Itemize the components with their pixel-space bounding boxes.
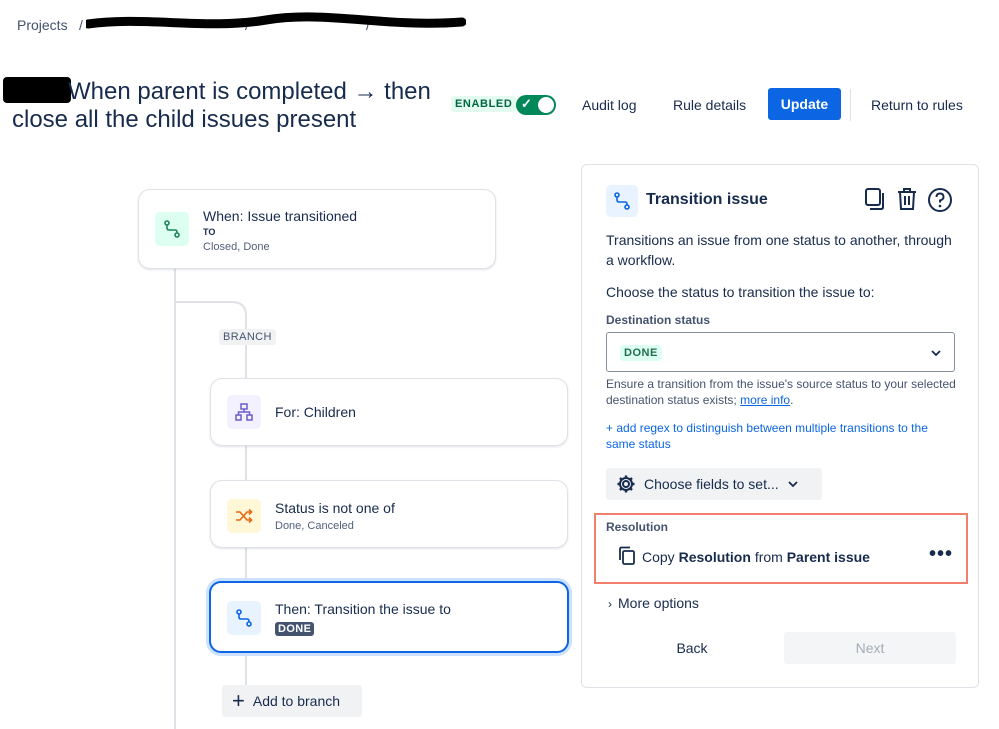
audit-log-button[interactable]: Audit log [582,97,636,113]
resolution-label: Resolution [606,520,668,534]
trigger-to-label: TO [203,227,216,237]
shuffle-icon [227,499,261,533]
transition-icon [606,185,638,217]
more-info-link[interactable]: more info [740,393,790,407]
help-icon[interactable] [927,187,953,213]
rule-details-button[interactable]: Rule details [673,97,746,113]
copy-field: Resolution [678,549,751,565]
plus-icon: + [232,688,245,713]
header-divider [850,89,851,121]
chevron-down-icon [931,350,941,357]
back-button[interactable]: Back [652,632,732,664]
panel-title: Transition issue [646,191,768,208]
transition-issue-panel: Transition issue Transitions an issue fr… [581,164,979,688]
choose-fields-label: Choose fields to set... [644,476,779,492]
breadcrumb-separator: / [79,17,83,33]
add-regex-link[interactable]: + add regex to distinguish between multi… [606,420,960,452]
update-button[interactable]: Update [768,88,841,120]
action-status-lozenge: DONE [275,622,315,636]
copy-source: Parent issue [786,549,870,565]
add-to-branch-button[interactable]: + Add to branch [222,685,362,717]
next-button[interactable]: Next [784,632,956,664]
trash-icon[interactable] [896,187,918,211]
destination-status-select[interactable]: DONE [606,332,955,372]
trigger-card[interactable]: When: Issue transitioned TO Closed, Done [138,189,496,269]
rule-title: When parent is completed → then close al… [12,78,431,133]
condition-card[interactable]: Status is not one of Done, Canceled [210,480,568,548]
breadcrumb-projects[interactable]: Projects [17,17,68,33]
enabled-toggle[interactable]: ✓ [516,95,556,115]
trigger-title: When: Issue transitioned [203,208,358,224]
more-options-toggle[interactable]: › More options [608,593,699,614]
copy-icon [619,546,635,565]
duplicate-icon[interactable] [863,187,887,211]
for-children-title: For: Children [275,404,356,420]
transition-icon [155,212,189,246]
condition-title: Status is not one of [275,500,395,516]
enabled-label: ENABLED [451,96,517,112]
toggle-knob [538,97,554,113]
breadcrumb: Projects [17,17,68,33]
chevron-right-icon: › [608,597,612,611]
add-to-branch-label: Add to branch [252,693,341,709]
panel-description: Transitions an issue from one status to … [606,232,952,268]
more-options-label: More options [618,595,699,611]
more-actions-icon[interactable]: ••• [929,543,953,566]
branch-tag: BRANCH [219,329,276,345]
choose-status-text: Choose the status to transition the issu… [606,284,875,300]
chevron-down-icon [788,481,798,488]
destination-status-label: Destination status [606,313,711,327]
choose-fields-button[interactable]: Choose fields to set... [606,468,822,500]
hierarchy-icon [227,395,261,429]
copy-from: from [754,549,783,565]
resolution-field-box: Resolution Copy Resolution from Parent i… [594,513,968,584]
action-title: Then: Transition the issue to [275,601,451,617]
redaction-scribble [86,12,466,29]
for-children-card[interactable]: For: Children [210,378,568,446]
helper-period: . [790,393,794,407]
destination-status-value: DONE [620,345,662,361]
copy-prefix: Copy [642,549,675,565]
transition-icon [227,601,261,635]
return-to-rules-button[interactable]: Return to rules [871,97,963,113]
copy-resolution-text: Copy Resolution from Parent issue [642,547,870,567]
gear-icon [617,475,635,493]
action-card[interactable]: Then: Transition the issue to DONE [209,581,569,653]
check-icon: ✓ [521,96,532,111]
trigger-statuses: Closed, Done [203,241,270,253]
destination-helper-text: Ensure a transition from the issue's sou… [606,376,956,408]
condition-subtitle: Done, Canceled [275,520,354,532]
